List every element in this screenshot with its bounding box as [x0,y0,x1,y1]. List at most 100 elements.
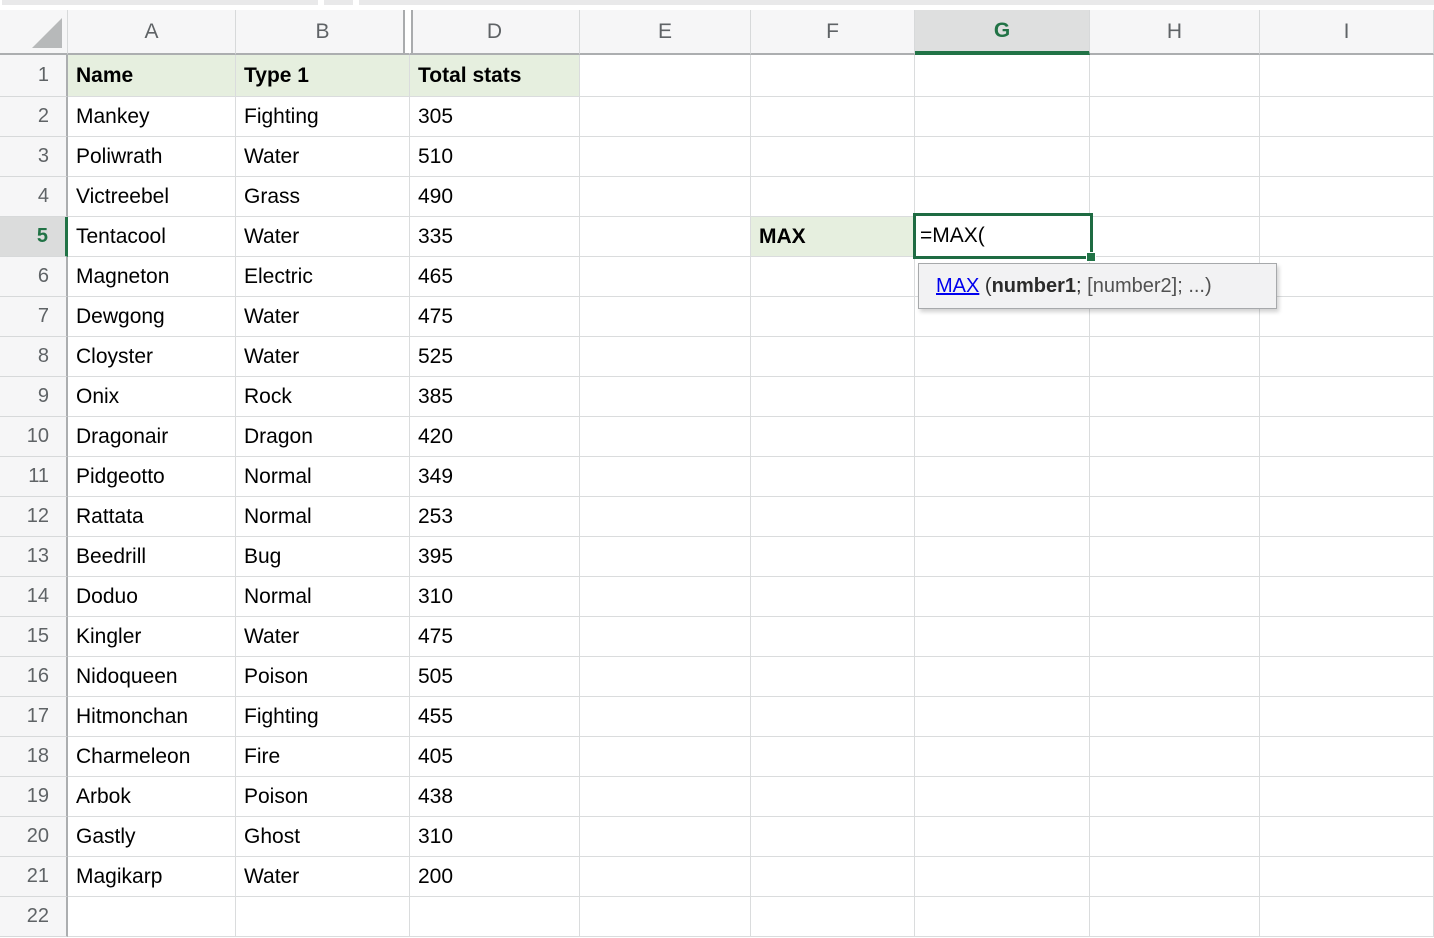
formula-bar-name-box-edge[interactable] [2,0,318,5]
row-header-9[interactable]: 9 [0,377,68,417]
cell-F21[interactable] [751,857,915,897]
cell-D14[interactable]: 310 [410,577,580,617]
cell-F12[interactable] [751,497,915,537]
cell-G15[interactable] [915,617,1090,657]
cell-B15[interactable]: Water [236,617,410,657]
row-header-8[interactable]: 8 [0,337,68,377]
cell-G14[interactable] [915,577,1090,617]
cell-F15[interactable] [751,617,915,657]
cell-H19[interactable] [1090,777,1260,817]
cell-H1[interactable] [1090,55,1260,97]
cell-F13[interactable] [751,537,915,577]
row-header-2[interactable]: 2 [0,97,68,137]
cell-H13[interactable] [1090,537,1260,577]
cell-I8[interactable] [1260,337,1434,377]
cell-I14[interactable] [1260,577,1434,617]
cell-E14[interactable] [580,577,751,617]
select-all-button[interactable] [0,10,68,55]
cell-F19[interactable] [751,777,915,817]
column-header-D[interactable]: D [410,10,580,55]
cell-A4[interactable]: Victreebel [68,177,236,217]
cell-B14[interactable]: Normal [236,577,410,617]
cell-E1[interactable] [580,55,751,97]
row-header-10[interactable]: 10 [0,417,68,457]
cell-E12[interactable] [580,497,751,537]
cell-E16[interactable] [580,657,751,697]
cell-H14[interactable] [1090,577,1260,617]
cell-B7[interactable]: Water [236,297,410,337]
cell-D15[interactable]: 475 [410,617,580,657]
cell-G4[interactable] [915,177,1090,217]
cell-B16[interactable]: Poison [236,657,410,697]
row-header-14[interactable]: 14 [0,577,68,617]
cell-F16[interactable] [751,657,915,697]
cell-E20[interactable] [580,817,751,857]
cell-B17[interactable]: Fighting [236,697,410,737]
cell-A14[interactable]: Doduo [68,577,236,617]
cell-D22[interactable] [410,897,580,937]
cell-E9[interactable] [580,377,751,417]
cell-G17[interactable] [915,697,1090,737]
cell-D2[interactable]: 305 [410,97,580,137]
cell-I21[interactable] [1260,857,1434,897]
cell-A18[interactable]: Charmeleon [68,737,236,777]
cell-H21[interactable] [1090,857,1260,897]
cell-F9[interactable] [751,377,915,417]
formula-bar-input-edge[interactable] [359,0,1434,5]
cell-B5[interactable]: Water [236,217,410,257]
tooltip-function-link[interactable]: MAX [936,275,979,298]
cell-F5[interactable]: MAX [751,217,915,257]
cell-E8[interactable] [580,337,751,377]
cell-F3[interactable] [751,137,915,177]
cell-D17[interactable]: 455 [410,697,580,737]
cell-H20[interactable] [1090,817,1260,857]
cell-D4[interactable]: 490 [410,177,580,217]
cell-D21[interactable]: 200 [410,857,580,897]
fill-handle[interactable] [1087,253,1095,261]
cell-A17[interactable]: Hitmonchan [68,697,236,737]
cell-F6[interactable] [751,257,915,297]
row-header-4[interactable]: 4 [0,177,68,217]
cell-A20[interactable]: Gastly [68,817,236,857]
row-header-11[interactable]: 11 [0,457,68,497]
cell-F11[interactable] [751,457,915,497]
cell-H10[interactable] [1090,417,1260,457]
cell-G11[interactable] [915,457,1090,497]
cell-G9[interactable] [915,377,1090,417]
row-header-21[interactable]: 21 [0,857,68,897]
cell-B22[interactable] [236,897,410,937]
cell-E18[interactable] [580,737,751,777]
cell-D10[interactable]: 420 [410,417,580,457]
row-header-6[interactable]: 6 [0,257,68,297]
cell-I18[interactable] [1260,737,1434,777]
cell-I6[interactable] [1260,257,1434,297]
cell-F10[interactable] [751,417,915,457]
cell-I7[interactable] [1260,297,1434,337]
cell-D13[interactable]: 395 [410,537,580,577]
cell-G1[interactable] [915,55,1090,97]
cell-G2[interactable] [915,97,1090,137]
cell-B20[interactable]: Ghost [236,817,410,857]
cell-F18[interactable] [751,737,915,777]
cell-E15[interactable] [580,617,751,657]
cell-A2[interactable]: Mankey [68,97,236,137]
row-header-12[interactable]: 12 [0,497,68,537]
cell-I10[interactable] [1260,417,1434,457]
cell-H3[interactable] [1090,137,1260,177]
cell-I12[interactable] [1260,497,1434,537]
cell-H18[interactable] [1090,737,1260,777]
cell-B4[interactable]: Grass [236,177,410,217]
row-header-3[interactable]: 3 [0,137,68,177]
active-cell-editor-G5[interactable]: =MAX( [913,213,1093,259]
cell-D8[interactable]: 525 [410,337,580,377]
cell-D6[interactable]: 465 [410,257,580,297]
cell-D9[interactable]: 385 [410,377,580,417]
row-header-20[interactable]: 20 [0,817,68,857]
cell-B6[interactable]: Electric [236,257,410,297]
cell-I13[interactable] [1260,537,1434,577]
cell-H12[interactable] [1090,497,1260,537]
cell-A16[interactable]: Nidoqueen [68,657,236,697]
cell-I22[interactable] [1260,897,1434,937]
cell-E7[interactable] [580,297,751,337]
cell-I4[interactable] [1260,177,1434,217]
